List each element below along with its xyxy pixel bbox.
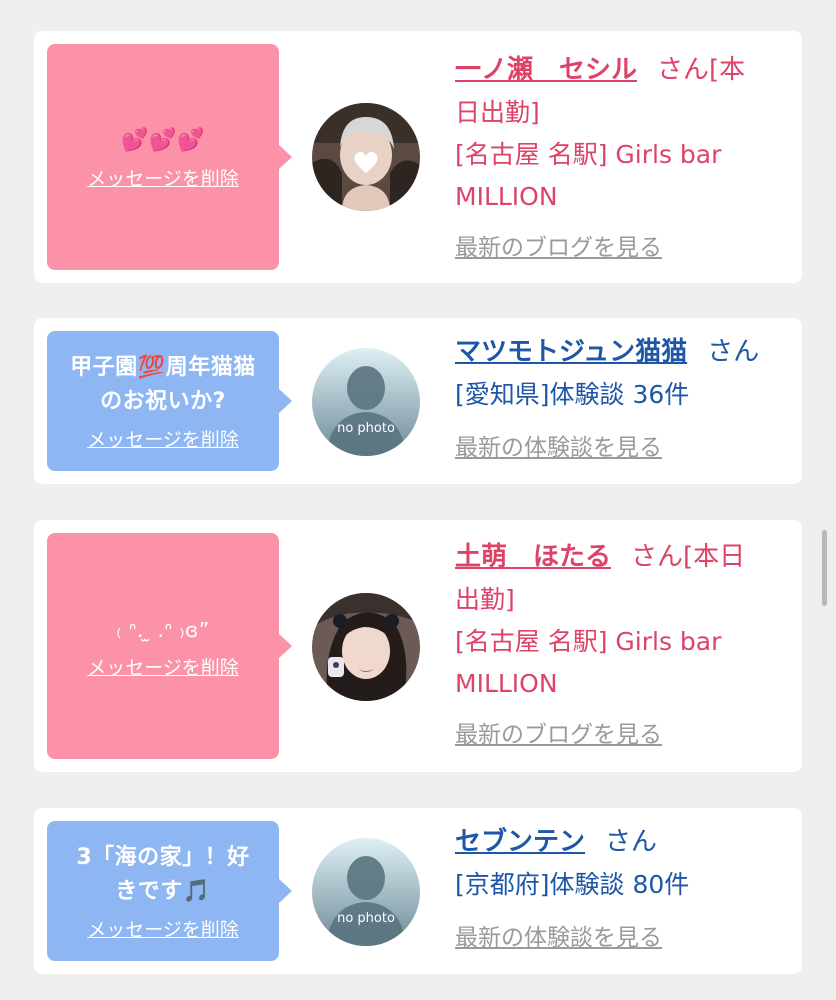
status-text: 日出勤] bbox=[455, 98, 540, 127]
no-photo-silhouette-icon: no photo bbox=[312, 838, 420, 946]
delete-message-link[interactable]: メッセージを削除 bbox=[87, 915, 239, 942]
avatar[interactable]: no photo bbox=[312, 838, 420, 946]
message-card: 3「海の家」！好 きです🎵 メッセージを削除 no photo セブンテン さん … bbox=[34, 808, 802, 974]
message-text-line: 3「海の家」！好 bbox=[76, 844, 250, 870]
shop-name-cont: MILLION bbox=[455, 669, 558, 698]
message-text: ₍ ᐢ. ̫ .ᐢ ₎ɞ” bbox=[116, 617, 210, 642]
message-text-line: 甲子園💯周年猫猫 bbox=[70, 354, 256, 380]
message-bubble: 甲子園💯周年猫猫 のお祝いか? メッセージを削除 bbox=[47, 331, 292, 471]
review-count: [愛知県]体験談 36件 bbox=[455, 380, 690, 409]
delete-message-link[interactable]: メッセージを削除 bbox=[87, 164, 239, 191]
message-bubble: 3「海の家」！好 きです🎵 メッセージを削除 bbox=[47, 821, 292, 961]
status-text: 出勤] bbox=[455, 585, 515, 614]
member-info: 一ノ瀬 セシル さん[本 日出勤] [名古屋 名駅] Girls bar MILL… bbox=[455, 48, 795, 262]
avatar[interactable] bbox=[312, 103, 420, 211]
latest-review-link[interactable]: 最新の体験談を見る bbox=[455, 918, 662, 952]
scrollbar[interactable] bbox=[822, 530, 827, 606]
delete-message-link[interactable]: メッセージを削除 bbox=[87, 653, 239, 680]
honorific-text: さん[本 bbox=[657, 55, 746, 85]
shop-name: [名古屋 名駅] Girls bar bbox=[455, 627, 722, 656]
member-name-link[interactable]: セブンテン bbox=[455, 827, 585, 857]
message-card: 甲子園💯周年猫猫 のお祝いか? メッセージを削除 no photo マツモトジュ… bbox=[34, 318, 802, 484]
message-text-line: きです🎵 bbox=[115, 878, 211, 904]
no-photo-caption: no photo bbox=[337, 421, 395, 436]
shop-name: [名古屋 名駅] Girls bar bbox=[455, 140, 722, 169]
review-count: [京都府]体験談 80件 bbox=[455, 870, 690, 899]
honorific-text: さん bbox=[707, 337, 760, 367]
latest-blog-link[interactable]: 最新のブログを見る bbox=[455, 715, 662, 749]
avatar[interactable] bbox=[312, 593, 420, 701]
message-card: ₍ ᐢ. ̫ .ᐢ ₎ɞ” メッセージを削除 土萌 ほたる さん[本日 出勤] [… bbox=[34, 520, 802, 772]
message-card: 💕💕💕 メッセージを削除 一ノ瀬 セシル さん[本 日出勤] [名古屋 名駅] G… bbox=[34, 31, 802, 283]
member-name-link[interactable]: マツモトジュン猫猫 bbox=[455, 337, 687, 367]
photo-avatar-heart-sticker-icon bbox=[312, 103, 420, 211]
honorific-text: さん bbox=[605, 827, 658, 857]
avatar[interactable]: no photo bbox=[312, 348, 420, 456]
member-name-link[interactable]: 一ノ瀬 セシル bbox=[455, 55, 637, 85]
latest-review-link[interactable]: 最新の体験談を見る bbox=[455, 428, 662, 462]
member-info: セブンテン さん [京都府]体験談 80件 最新の体験談を見る bbox=[455, 820, 795, 952]
honorific-text: さん[本日 bbox=[631, 542, 746, 572]
message-text-line: のお祝いか? bbox=[100, 388, 226, 414]
member-info: 土萌 ほたる さん[本日 出勤] [名古屋 名駅] Girls bar MILLI… bbox=[455, 535, 795, 749]
member-name-link[interactable]: 土萌 ほたる bbox=[455, 542, 611, 572]
message-bubble: 💕💕💕 メッセージを削除 bbox=[47, 44, 292, 270]
message-bubble: ₍ ᐢ. ̫ .ᐢ ₎ɞ” メッセージを削除 bbox=[47, 533, 292, 759]
delete-message-link[interactable]: メッセージを削除 bbox=[87, 425, 239, 452]
latest-blog-link[interactable]: 最新のブログを見る bbox=[455, 228, 662, 262]
member-info: マツモトジュン猫猫 さん [愛知県]体験談 36件 最新の体験談を見る bbox=[455, 330, 795, 462]
no-photo-caption: no photo bbox=[337, 911, 395, 926]
message-text: 💕💕💕 bbox=[121, 127, 205, 153]
photo-avatar-girl-icon bbox=[312, 593, 420, 701]
no-photo-silhouette-icon: no photo bbox=[312, 348, 420, 456]
shop-name-cont: MILLION bbox=[455, 182, 558, 211]
